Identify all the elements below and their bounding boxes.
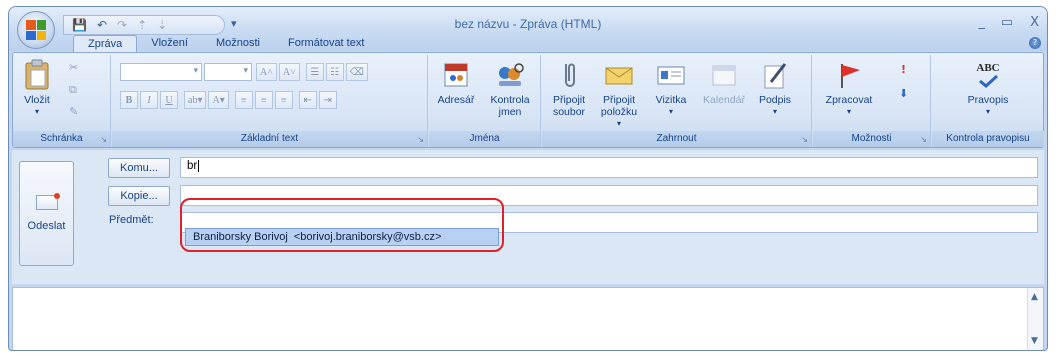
- group-clipboard: Vložit ▾ ✂ ⧉ ✎ Schránka ↘: [13, 55, 111, 147]
- font-color-icon[interactable]: A▾: [208, 91, 229, 109]
- group-proofing: ABC Pravopis ▾ Kontrola pravopisu: [932, 55, 1044, 147]
- check-names-icon: [495, 59, 525, 91]
- clipboard-icon: [22, 59, 52, 91]
- subject-label: Předmět:: [109, 214, 154, 226]
- close-button[interactable]: X: [1030, 15, 1039, 30]
- spelling-button[interactable]: ABC Pravopis ▾: [952, 59, 1024, 118]
- minimize-button[interactable]: _: [979, 15, 986, 30]
- maximize-button[interactable]: ▭: [1001, 15, 1013, 30]
- cut-icon[interactable]: ✂: [69, 61, 78, 74]
- align-center-icon[interactable]: ≡: [254, 91, 273, 109]
- tab-moznosti[interactable]: Možnosti: [202, 35, 274, 53]
- group-include: Připojit soubor Připojit položku ▾ Vizit…: [542, 55, 812, 147]
- group-label-options: Možnosti: [813, 131, 930, 147]
- increase-indent-icon[interactable]: ⇥: [318, 91, 337, 109]
- group-label-include: Zahrnout: [542, 131, 811, 147]
- paperclip-icon: [554, 59, 584, 91]
- scroll-up-icon[interactable]: ▲: [1031, 292, 1038, 302]
- send-mail-icon: [35, 193, 60, 210]
- clear-format-icon[interactable]: ⌫: [345, 63, 368, 81]
- window-title: bez názvu - Zpráva (HTML): [454, 17, 602, 31]
- group-label-basic-text: Základní text: [112, 131, 427, 147]
- to-button[interactable]: Komu...: [108, 158, 170, 178]
- underline-icon[interactable]: U: [160, 91, 178, 109]
- send-button[interactable]: Odeslat: [19, 161, 74, 266]
- to-field[interactable]: br: [180, 157, 1038, 178]
- cc-button[interactable]: Kopie...: [108, 186, 170, 206]
- copy-icon[interactable]: ⧉: [69, 83, 77, 97]
- message-body[interactable]: ▲ ▼: [12, 287, 1044, 350]
- grow-font-icon[interactable]: A˄: [256, 63, 277, 81]
- message-header: Odeslat Komu... Kopie... br Předmět:: [12, 150, 1044, 284]
- font-size-combo[interactable]: [204, 63, 252, 81]
- address-book-button[interactable]: Adresář: [433, 59, 479, 106]
- attach-item-button[interactable]: Připojit položku ▾: [596, 59, 642, 130]
- attach-file-button[interactable]: Připojit soubor: [546, 59, 592, 118]
- paste-button[interactable]: Vložit ▾: [17, 59, 57, 118]
- decrease-indent-icon[interactable]: ⇤: [298, 91, 317, 109]
- group-names: Adresář Kontrola jmen Jména: [429, 55, 541, 147]
- vertical-scrollbar[interactable]: ▲ ▼: [1027, 288, 1043, 350]
- low-importance-icon[interactable]: ⬇: [899, 87, 908, 100]
- group-label-proofing: Kontrola pravopisu: [932, 131, 1044, 147]
- align-left-icon[interactable]: ≡: [234, 91, 253, 109]
- high-importance-icon[interactable]: !: [901, 63, 906, 76]
- shrink-font-icon[interactable]: A˅: [278, 63, 300, 81]
- signature-button[interactable]: Podpis ▾: [752, 59, 798, 118]
- group-label-names: Jména: [429, 131, 540, 147]
- dialog-launcher-icon[interactable]: ↘: [100, 135, 107, 144]
- italic-icon[interactable]: I: [140, 91, 158, 109]
- format-painter-icon[interactable]: ✎: [69, 105, 78, 118]
- bullets-icon[interactable]: ☰: [305, 63, 324, 81]
- tab-formatovat-text[interactable]: Formátovat text: [274, 35, 378, 53]
- help-icon[interactable]: ?: [1029, 37, 1041, 49]
- group-basic-text: A˄ A˅ ☰ ☷ ⌫ B I U ab▾ A▾ ≡ ≡ ≡ ⇤ ⇥ Zákla…: [112, 55, 428, 147]
- envelope-icon: [604, 59, 634, 91]
- font-name-combo[interactable]: [120, 63, 202, 81]
- dialog-launcher-icon[interactable]: ↘: [801, 135, 808, 144]
- flag-icon: [834, 59, 864, 91]
- bold-icon[interactable]: B: [120, 91, 138, 109]
- dialog-launcher-icon[interactable]: ↘: [920, 135, 927, 144]
- numbering-icon[interactable]: ☷: [325, 63, 344, 81]
- business-card-icon: [656, 59, 686, 91]
- check-names-button[interactable]: Kontrola jmen: [481, 59, 539, 118]
- dialog-launcher-icon[interactable]: ↘: [417, 135, 424, 144]
- ribbon: Vložit ▾ ✂ ⧉ ✎ Schránka ↘ A˄ A˅ ☰ ☷ ⌫ B …: [12, 52, 1044, 148]
- autocomplete-suggestion[interactable]: Braniborsky Borivoj <borivoj.braniborsky…: [185, 228, 499, 246]
- title-bar: 💾 ↶ ↷ ⇡ ⇣ ▾ bez názvu - Zpráva (HTML) _ …: [9, 7, 1047, 53]
- align-right-icon[interactable]: ≡: [274, 91, 293, 109]
- ribbon-tabs: Zpráva Vložení Možnosti Formátovat text: [73, 35, 378, 53]
- calendar-button[interactable]: Kalendář: [700, 59, 748, 106]
- tab-zprava[interactable]: Zpráva: [73, 35, 138, 53]
- address-book-icon: [441, 59, 471, 91]
- highlight-icon[interactable]: ab▾: [184, 91, 207, 109]
- scroll-down-icon[interactable]: ▼: [1031, 336, 1038, 346]
- follow-up-button[interactable]: Zpracovat ▾: [819, 59, 879, 118]
- group-label-clipboard: Schránka: [13, 131, 110, 147]
- business-card-button[interactable]: Vizitka ▾: [648, 59, 694, 118]
- signature-icon: [760, 59, 790, 91]
- group-options: Zpracovat ▾ ! ⬇ Možnosti ↘: [813, 55, 931, 147]
- tab-vlozeni[interactable]: Vložení: [137, 35, 202, 53]
- cc-field[interactable]: [180, 185, 1038, 206]
- outlook-message-window: 💾 ↶ ↷ ⇡ ⇣ ▾ bez názvu - Zpráva (HTML) _ …: [8, 6, 1048, 351]
- spelling-check-icon: ABC: [973, 59, 1003, 91]
- calendar-icon: [709, 59, 739, 91]
